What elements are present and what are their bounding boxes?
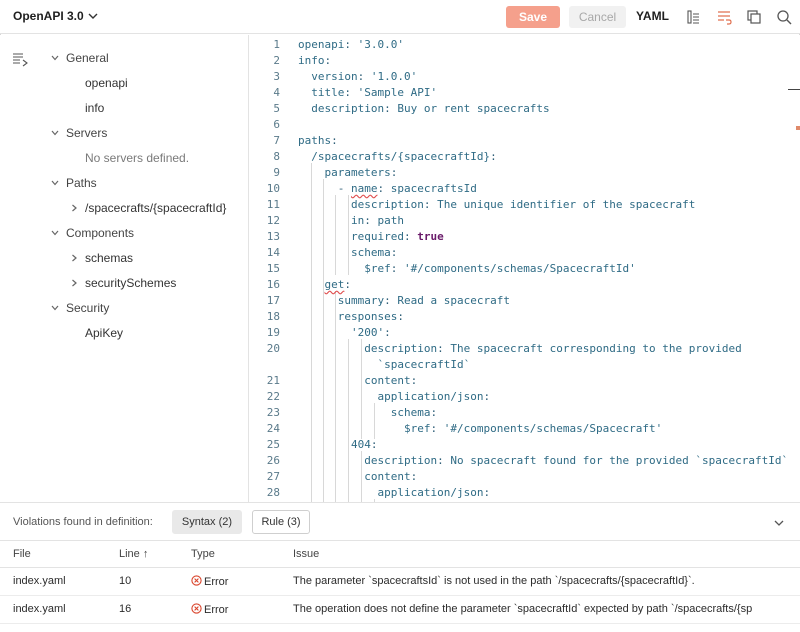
- wrap-icon[interactable]: [715, 8, 733, 26]
- section-components[interactable]: Components: [66, 226, 134, 240]
- code-line: 16 get:: [266, 278, 351, 291]
- error-icon: [191, 575, 202, 586]
- tree-item-schemas[interactable]: schemas: [85, 251, 133, 265]
- tree-item-path[interactable]: /spacecrafts/{spacecraftId}: [85, 201, 226, 215]
- chevron-down-icon[interactable]: [773, 517, 785, 529]
- chevron-down-icon[interactable]: [50, 53, 60, 63]
- code-line: 19 '200':: [266, 326, 391, 339]
- chevron-right-icon[interactable]: [69, 253, 79, 263]
- code-line: 6: [273, 118, 280, 131]
- format-label[interactable]: YAML: [636, 9, 669, 23]
- scrollbar-marker: [788, 89, 800, 90]
- code-line: 17 summary: Read a spacecraft: [266, 294, 510, 307]
- code-line: 27 content:: [266, 470, 418, 483]
- row-type-label: Error: [204, 604, 229, 616]
- chevron-right-icon[interactable]: [69, 203, 79, 213]
- code-line: 5 description: Buy or rent spacecrafts: [273, 102, 550, 115]
- tab-rule[interactable]: Rule (3): [252, 510, 310, 534]
- section-security[interactable]: Security: [66, 301, 109, 315]
- code-line: 25 404:: [266, 438, 378, 451]
- row-issue: The operation does not define the parame…: [293, 603, 753, 615]
- tree-item-apikey[interactable]: ApiKey: [85, 326, 123, 340]
- code-line: 4 title: 'Sample API': [273, 86, 438, 99]
- code-line: 15 $ref: '#/components/schemas/Spacecraf…: [266, 262, 636, 275]
- chevron-down-icon[interactable]: [50, 228, 60, 238]
- save-button[interactable]: Save: [506, 6, 560, 28]
- row-issue: The parameter `spacecraftsId` is not use…: [293, 575, 695, 587]
- column-file[interactable]: File: [13, 548, 31, 560]
- row-type: Error: [191, 603, 228, 616]
- code-line: 24 $ref: '#/components/schemas/Spacecraf…: [266, 422, 663, 435]
- tree-item-security-schemes[interactable]: securitySchemes: [85, 276, 176, 290]
- outline-sidebar: General openapi info Servers No servers …: [0, 35, 249, 502]
- code-line: 3 version: '1.0.0': [273, 70, 418, 83]
- row-line: 10: [119, 575, 132, 587]
- chevron-down-icon[interactable]: [50, 178, 60, 188]
- code-line: `spacecraftId`: [377, 358, 471, 371]
- code-line: 18 responses:: [266, 310, 404, 323]
- row-line: 16: [119, 603, 132, 615]
- row-type-label: Error: [204, 576, 229, 588]
- code-line: 1 openapi: '3.0.0': [273, 38, 404, 51]
- code-line: 9 parameters:: [273, 166, 398, 179]
- code-line: 26 description: No spacecraft found for …: [266, 454, 789, 467]
- yaml-editor[interactable]: 1 openapi: '3.0.0' 2 info: 3 version: '1.0…: [250, 35, 800, 502]
- section-paths[interactable]: Paths: [66, 176, 97, 190]
- code-line: 12 in: path: [266, 214, 404, 227]
- code-line: 10 - name: spacecraftsId: [266, 182, 477, 195]
- row-file: index.yaml: [13, 575, 66, 587]
- column-line[interactable]: Line ↑: [119, 548, 148, 560]
- chevron-down-icon[interactable]: [50, 128, 60, 138]
- column-type[interactable]: Type: [191, 548, 215, 560]
- section-general[interactable]: General: [66, 51, 109, 65]
- row-type: Error: [191, 575, 228, 588]
- table-row[interactable]: index.yaml 16 Error The operation does n…: [0, 596, 800, 624]
- column-issue[interactable]: Issue: [293, 548, 319, 560]
- tree-item-openapi[interactable]: openapi: [85, 76, 128, 90]
- code-line: 14 schema:: [266, 246, 398, 259]
- chevron-right-icon[interactable]: [69, 278, 79, 288]
- section-servers[interactable]: Servers: [66, 126, 107, 140]
- violations-panel: Violations found in definition: Syntax (…: [0, 502, 800, 632]
- api-version-title[interactable]: OpenAPI 3.0: [13, 9, 84, 23]
- code-line: 20 description: The spacecraft correspon…: [266, 342, 742, 355]
- no-servers-text: No servers defined.: [85, 151, 190, 165]
- code-line: 7 paths:: [273, 134, 338, 147]
- violations-table-header: File Line ↑ Type Issue: [0, 540, 800, 568]
- search-icon[interactable]: [775, 8, 793, 26]
- tab-syntax[interactable]: Syntax (2): [172, 510, 242, 534]
- tools-icon[interactable]: [684, 8, 702, 26]
- scrollbar-error-marker: [796, 126, 800, 130]
- chevron-down-icon[interactable]: [87, 10, 99, 22]
- code-line: 11 description: The unique identifier of…: [266, 198, 696, 211]
- code-line: 8 /spacecrafts/{spacecraftId}:: [273, 150, 497, 163]
- copy-icon[interactable]: [745, 8, 763, 26]
- outline-toggle-icon[interactable]: [12, 51, 28, 67]
- cancel-button[interactable]: Cancel: [569, 6, 626, 28]
- violations-title: Violations found in definition:: [13, 516, 153, 528]
- tree-item-info[interactable]: info: [85, 101, 104, 115]
- code-line: 23 schema:: [266, 406, 438, 419]
- row-file: index.yaml: [13, 603, 66, 615]
- code-line: 28 application/json:: [266, 486, 491, 499]
- code-line: 22 application/json:: [266, 390, 491, 403]
- code-line: 2 info:: [273, 54, 332, 67]
- error-icon: [191, 603, 202, 614]
- code-line: 21 content:: [266, 374, 418, 387]
- code-line: 13 required: true: [266, 230, 444, 243]
- top-bar: OpenAPI 3.0 Save Cancel YAML: [0, 0, 800, 34]
- chevron-down-icon[interactable]: [50, 303, 60, 313]
- table-row[interactable]: index.yaml 10 Error The parameter `space…: [0, 568, 800, 596]
